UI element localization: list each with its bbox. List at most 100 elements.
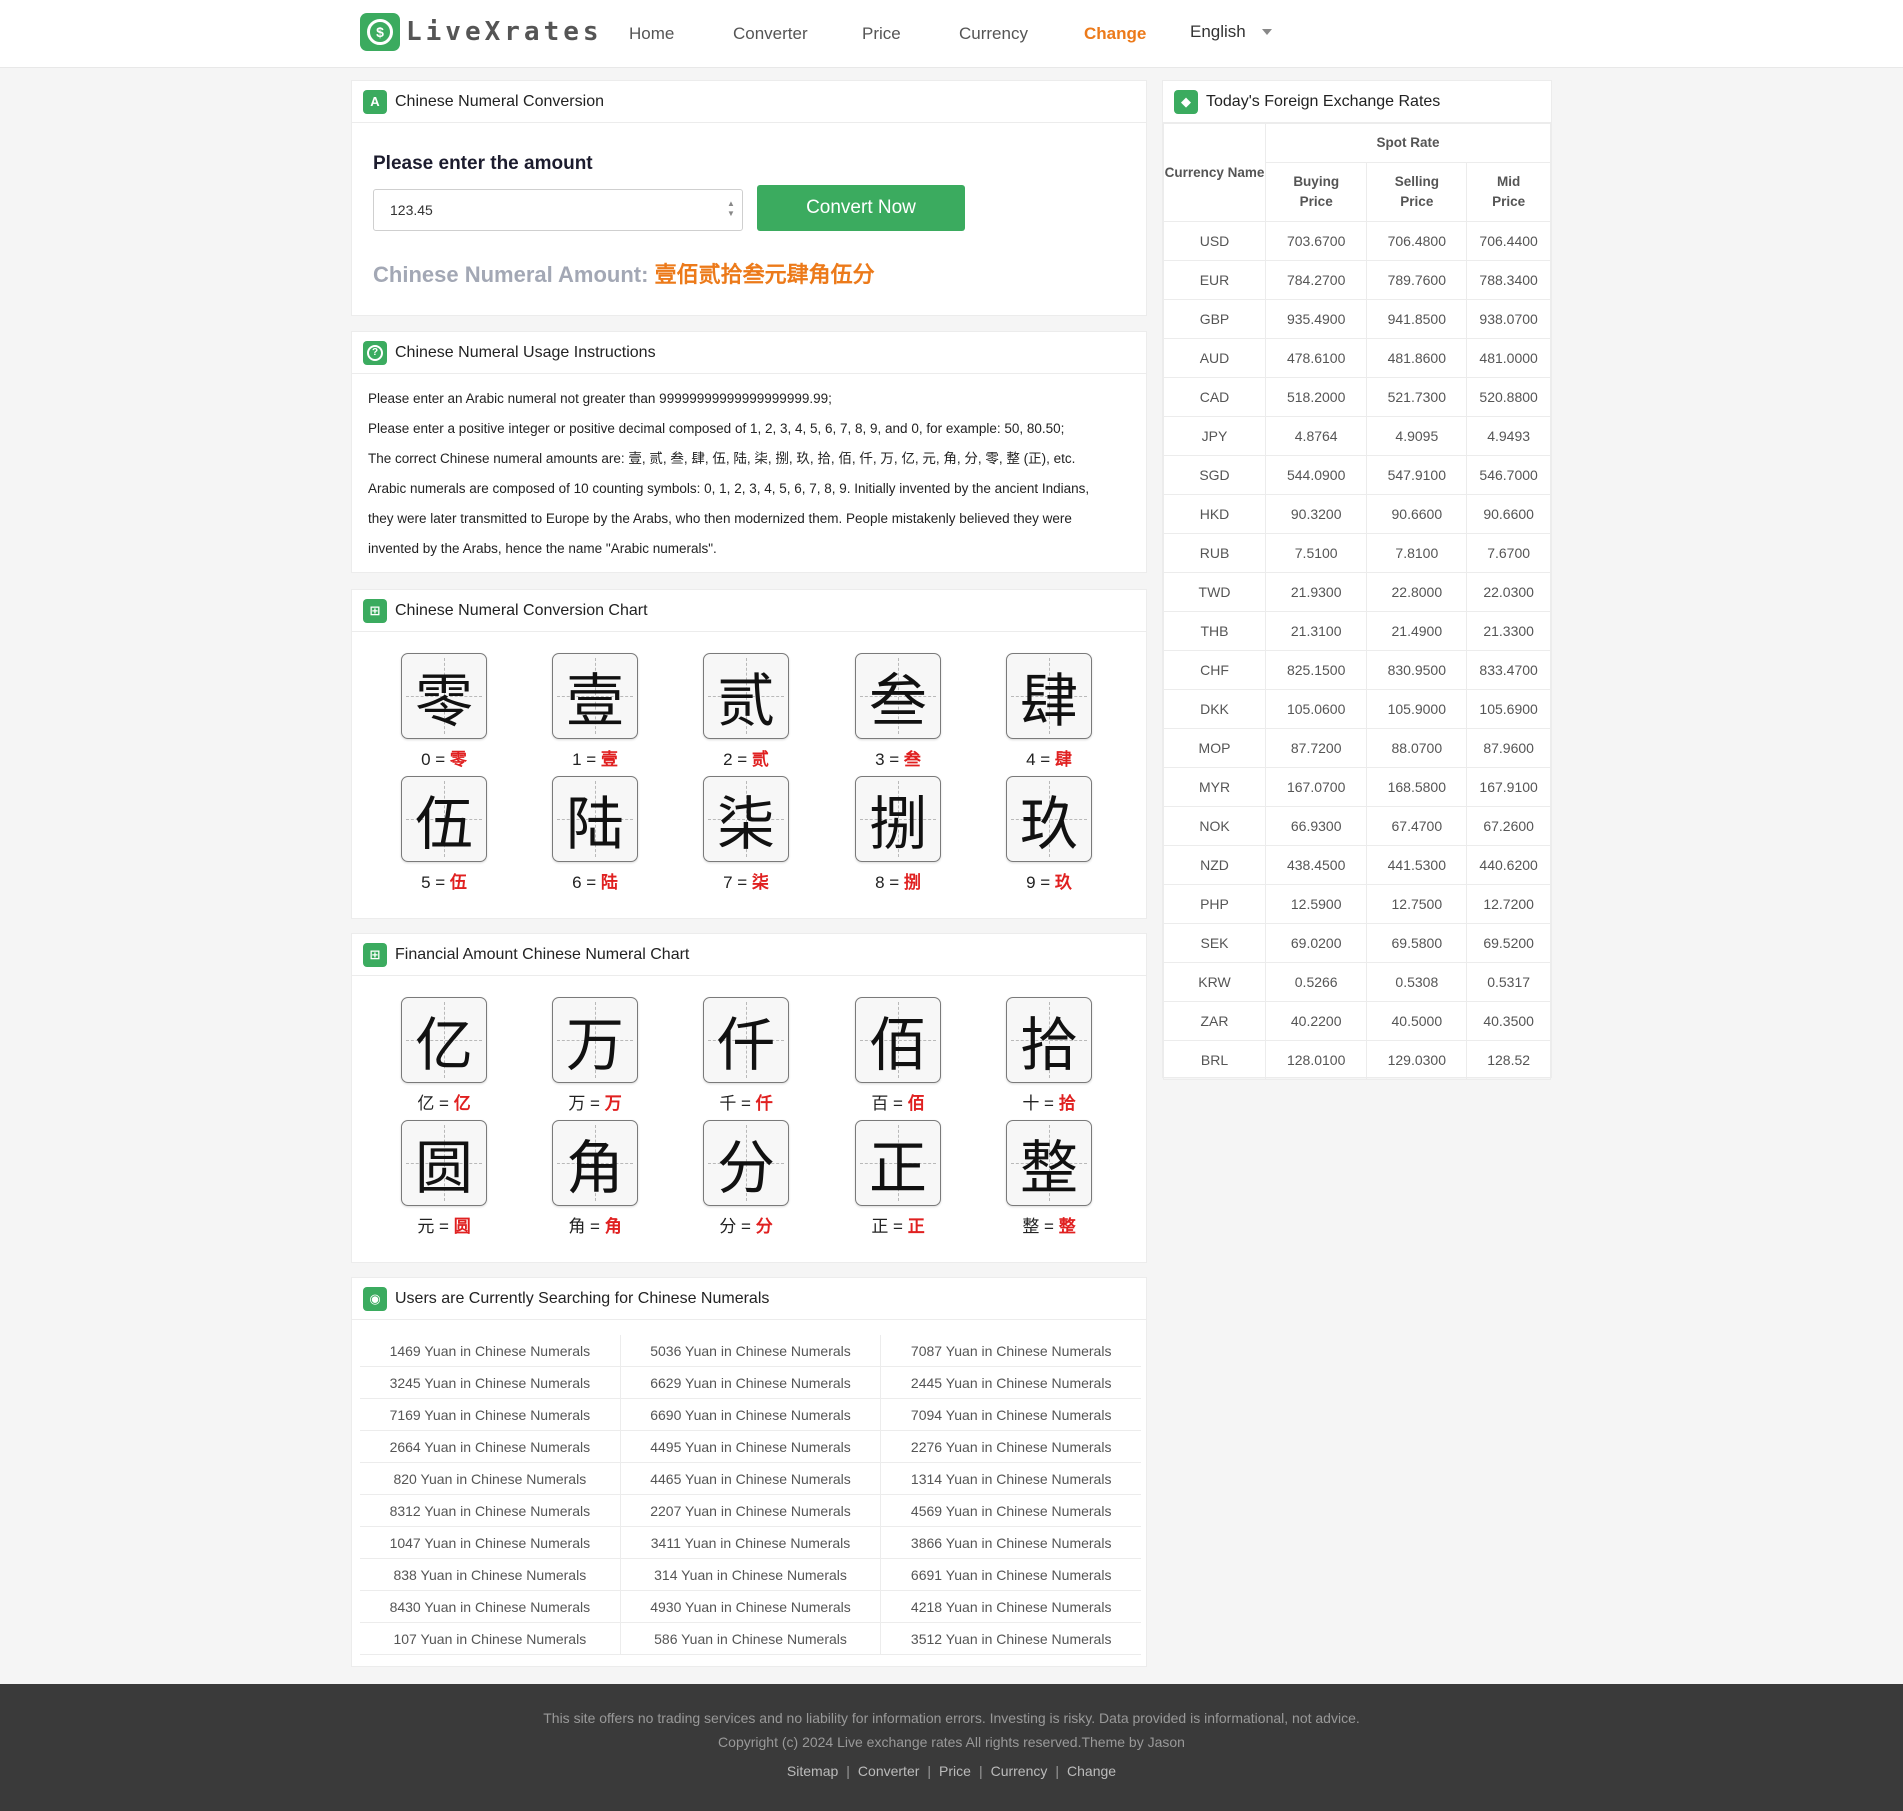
search-link[interactable]: 3866 Yuan in Chinese Numerals (881, 1527, 1141, 1558)
rate-value: 105.0600 (1264, 689, 1368, 729)
search-link[interactable]: 7087 Yuan in Chinese Numerals (881, 1335, 1141, 1366)
site-footer: This site offers no trading services and… (0, 1684, 1903, 1811)
convert-now-button[interactable]: Convert Now (757, 185, 965, 231)
char-caption: 6 = 陆 (572, 873, 618, 892)
search-link[interactable]: 2207 Yuan in Chinese Numerals (621, 1495, 882, 1526)
financial-card: 圆元 = 圆 (401, 1120, 487, 1237)
footer-links: Sitemap | Converter | Price | Currency | Change (786, 1763, 1117, 1779)
instruction-line: Arabic numerals are composed of 10 count… (368, 481, 1090, 496)
search-link[interactable]: 7094 Yuan in Chinese Numerals (881, 1399, 1141, 1430)
rate-value: 67.2600 (1466, 806, 1551, 846)
rate-value: 90.6600 (1466, 494, 1551, 534)
rate-value: 4.8764 (1264, 416, 1368, 456)
char-tile: 万 (552, 997, 638, 1083)
footer-link-currency[interactable]: Currency (991, 1763, 1048, 1779)
financial-card: 角角 = 角 (552, 1120, 638, 1237)
table-row: 1047 Yuan in Chinese Numerals 3411 Yuan i… (360, 1527, 1141, 1559)
search-link[interactable]: 6629 Yuan in Chinese Numerals (621, 1367, 882, 1398)
nav-price[interactable]: Price (862, 24, 901, 44)
rate-value: 784.2700 (1264, 260, 1368, 300)
footer-disclaimer: This site offers no trading services and… (543, 1710, 1360, 1726)
nav-converter[interactable]: Converter (733, 24, 808, 44)
search-link[interactable]: 6691 Yuan in Chinese Numerals (881, 1559, 1141, 1590)
char-caption: 亿 = 亿 (417, 1094, 471, 1113)
financial-card: 万万 = 万 (552, 997, 638, 1114)
number-spinner-icon[interactable]: ▲ ▼ (725, 199, 737, 221)
search-link[interactable]: 2276 Yuan in Chinese Numerals (881, 1431, 1141, 1462)
search-link[interactable]: 314 Yuan in Chinese Numerals (621, 1559, 882, 1590)
char-tile: 零 (401, 653, 487, 739)
rate-value: 521.7300 (1366, 377, 1468, 417)
footer-link-converter[interactable]: Converter (858, 1763, 919, 1779)
char-caption: 5 = 伍 (421, 873, 467, 892)
currency-code: GBP (1163, 299, 1266, 339)
footer-link-price[interactable]: Price (939, 1763, 971, 1779)
financial-card: 仟千 = 仟 (703, 997, 789, 1114)
search-link[interactable]: 1314 Yuan in Chinese Numerals (881, 1463, 1141, 1494)
char-tile: 圆 (401, 1120, 487, 1206)
char-tile: 壹 (552, 653, 638, 739)
search-link[interactable]: 4465 Yuan in Chinese Numerals (621, 1463, 882, 1494)
site-logo[interactable]: $ LiveXrates (360, 13, 603, 51)
char-tile: 贰 (703, 653, 789, 739)
numeral-card: 捌 8 = 捌 (855, 776, 941, 893)
search-link[interactable]: 6690 Yuan in Chinese Numerals (621, 1399, 882, 1430)
footer-link-change[interactable]: Change (1067, 1763, 1116, 1779)
search-link[interactable]: 4930 Yuan in Chinese Numerals (621, 1591, 882, 1622)
nav-currency[interactable]: Currency (959, 24, 1028, 44)
instructions-panel: ? Chinese Numeral Usage Instructions Ple… (351, 331, 1147, 573)
financial-card: 分分 = 分 (703, 1120, 789, 1237)
table-row: PHP 12.5900 12.7500 12.7200 (1163, 884, 1551, 924)
rate-value: 21.3300 (1466, 611, 1551, 651)
search-link[interactable]: 107 Yuan in Chinese Numerals (360, 1623, 621, 1654)
result-label: Chinese Numeral Amount: (373, 262, 649, 287)
language-select[interactable]: English (1190, 22, 1272, 42)
search-link[interactable]: 2664 Yuan in Chinese Numerals (360, 1431, 621, 1462)
rate-value: 90.6600 (1366, 494, 1468, 534)
search-link[interactable]: 8312 Yuan in Chinese Numerals (360, 1495, 621, 1526)
search-link[interactable]: 4569 Yuan in Chinese Numerals (881, 1495, 1141, 1526)
amount-input[interactable] (373, 189, 743, 231)
search-link[interactable]: 838 Yuan in Chinese Numerals (360, 1559, 621, 1590)
search-link[interactable]: 3411 Yuan in Chinese Numerals (621, 1527, 882, 1558)
rate-value: 21.9300 (1264, 572, 1368, 612)
char-caption: 万 = 万 (568, 1094, 622, 1113)
char-caption: 角 = 角 (568, 1217, 622, 1236)
char-tile: 分 (703, 1120, 789, 1206)
rate-value: 67.4700 (1366, 806, 1468, 846)
search-link[interactable]: 1469 Yuan in Chinese Numerals (360, 1335, 621, 1366)
search-link[interactable]: 3512 Yuan in Chinese Numerals (881, 1623, 1141, 1654)
chevron-down-icon (1261, 29, 1272, 35)
numeral-chart-title: Chinese Numeral Conversion Chart (395, 601, 648, 619)
currency-code: EUR (1163, 260, 1266, 300)
rate-value: 128.0100 (1264, 1040, 1368, 1080)
search-link[interactable]: 5036 Yuan in Chinese Numerals (621, 1335, 882, 1366)
chart-icon: ⊞ (363, 598, 387, 623)
nav-change[interactable]: Change (1084, 24, 1146, 44)
rate-value: 481.0000 (1466, 338, 1551, 378)
search-link[interactable]: 2445 Yuan in Chinese Numerals (881, 1367, 1141, 1398)
rate-value: 7.8100 (1366, 533, 1468, 573)
currency-code: RUB (1163, 533, 1266, 573)
search-link[interactable]: 1047 Yuan in Chinese Numerals (360, 1527, 621, 1558)
table-row: TWD 21.9300 22.8000 22.0300 (1163, 572, 1551, 612)
search-link[interactable]: 820 Yuan in Chinese Numerals (360, 1463, 621, 1494)
instruction-line: invented by the Arabs, hence the name "A… (368, 541, 717, 556)
currency-code: PHP (1163, 884, 1266, 924)
char-tile: 佰 (855, 997, 941, 1083)
numeral-chart-header: ⊞ Chinese Numeral Conversion Chart (352, 590, 1146, 632)
footer-link-sitemap[interactable]: Sitemap (787, 1763, 838, 1779)
price-tag-icon: ◆ (1174, 89, 1198, 114)
nav-home[interactable]: Home (629, 24, 674, 44)
logo-exchange-icon: $ (360, 13, 400, 51)
search-link[interactable]: 8430 Yuan in Chinese Numerals (360, 1591, 621, 1622)
rate-value: 40.5000 (1366, 1001, 1468, 1041)
rate-value: 0.5308 (1366, 962, 1468, 1002)
search-link[interactable]: 586 Yuan in Chinese Numerals (621, 1623, 882, 1654)
char-tile: 柒 (703, 776, 789, 862)
search-link[interactable]: 3245 Yuan in Chinese Numerals (360, 1367, 621, 1398)
search-link[interactable]: 4495 Yuan in Chinese Numerals (621, 1431, 882, 1462)
search-link[interactable]: 4218 Yuan in Chinese Numerals (881, 1591, 1141, 1622)
search-link[interactable]: 7169 Yuan in Chinese Numerals (360, 1399, 621, 1430)
searches-panel: ◉ Users are Currently Searching for Chin… (351, 1277, 1147, 1667)
